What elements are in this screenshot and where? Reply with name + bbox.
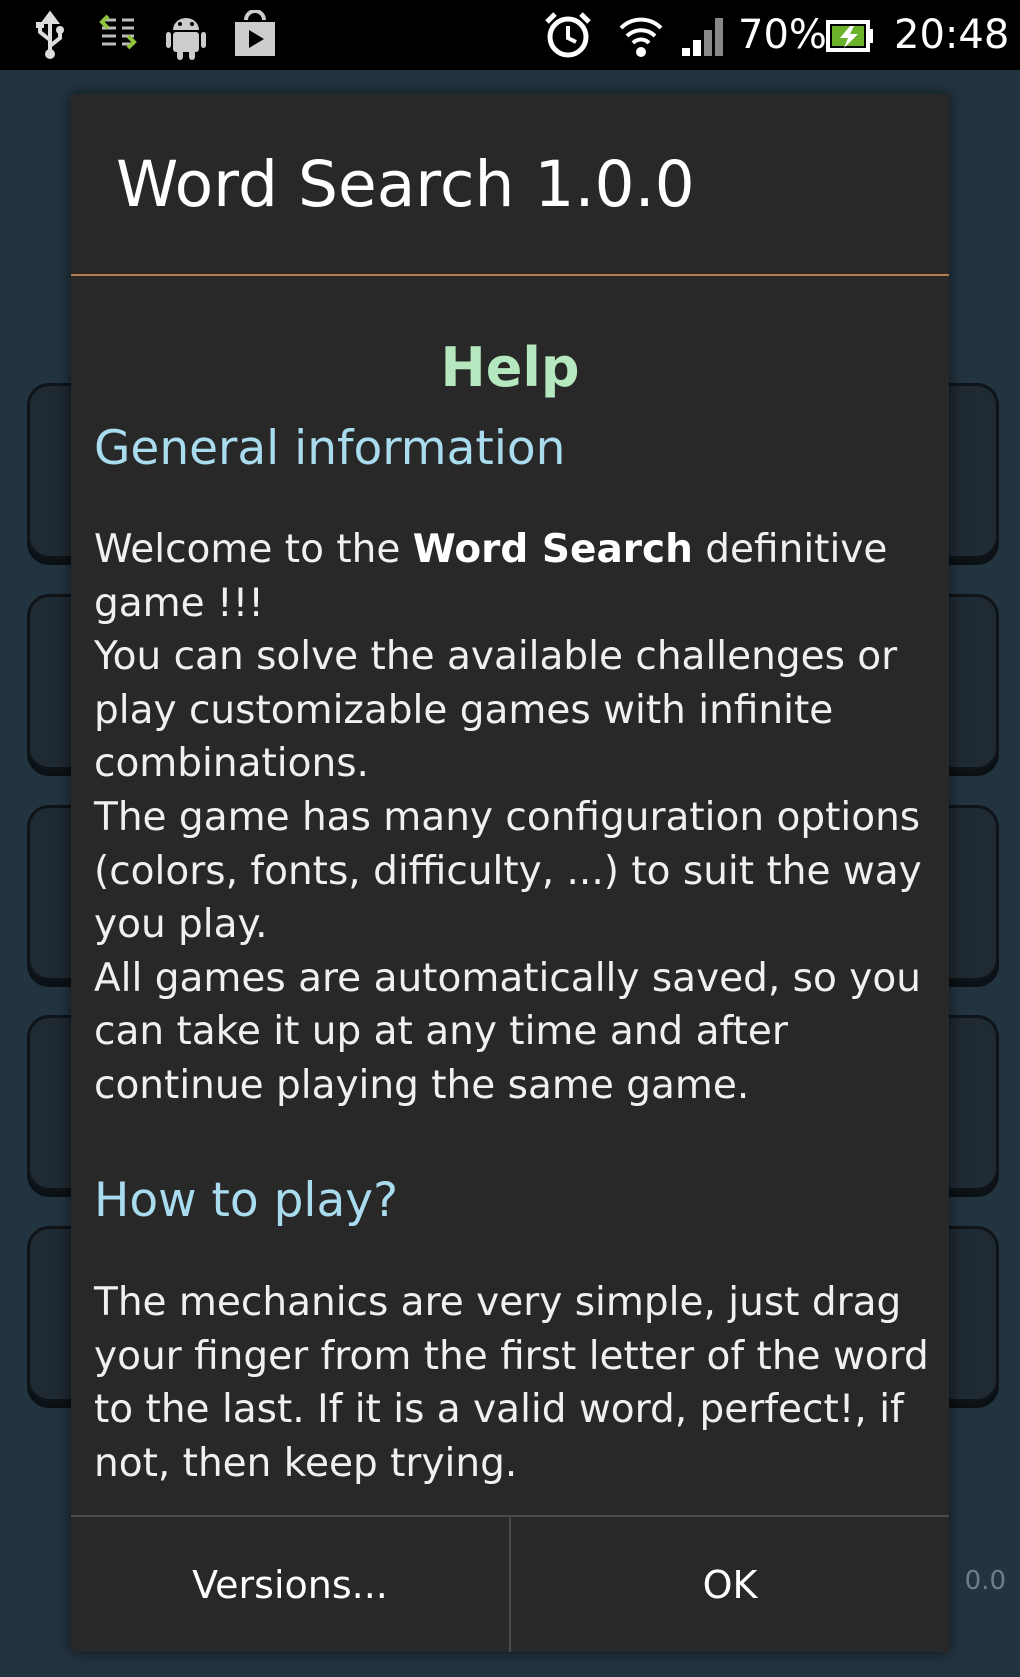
about-dialog: Word Search 1.0.0 Help General informati…	[71, 94, 949, 1652]
battery-percent: 70%	[738, 12, 827, 58]
section-heading-general: General information	[94, 421, 566, 476]
challenges-text: You can solve the available challenges o…	[94, 634, 898, 787]
clock: 20:48	[894, 12, 1010, 58]
play-store-icon	[232, 9, 278, 64]
saved-games-text: All games are automatically saved, so yo…	[94, 955, 921, 1108]
wifi-icon	[617, 10, 665, 64]
alarm-icon	[543, 10, 593, 64]
background-version-text: 0.0	[964, 1566, 1006, 1596]
ok-button[interactable]: OK	[511, 1517, 949, 1652]
help-content-scroll[interactable]: Help General information Welcome to the …	[71, 276, 949, 1610]
help-heading: Help	[440, 336, 580, 399]
status-bar: 70% 20:48	[0, 0, 1020, 70]
android-icon	[165, 10, 207, 64]
welcome-text: Welcome to the	[94, 527, 401, 572]
how-to-play-paragraph: The mechanics are very simple, just drag…	[94, 1280, 929, 1486]
usb-icon	[32, 10, 68, 64]
app-name-bold: Word Search	[412, 527, 693, 572]
configuration-text: The game has many configuration options …	[94, 794, 922, 948]
signal-icon	[680, 10, 726, 64]
versions-button[interactable]: Versions...	[71, 1517, 509, 1652]
section-heading-how-to-play: How to play?	[94, 1173, 399, 1228]
dialog-title: Word Search 1.0.0	[116, 148, 695, 221]
data-transfer-icon	[98, 10, 138, 64]
general-info-paragraph: Welcome to the Word Search definitive ga…	[94, 523, 944, 1113]
battery-charging-icon	[826, 16, 874, 60]
